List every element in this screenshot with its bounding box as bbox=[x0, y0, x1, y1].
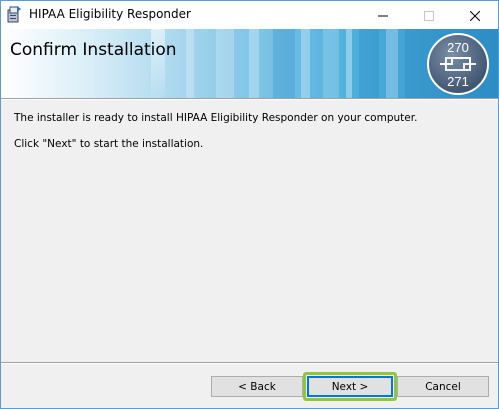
title-bar[interactable]: HIPAA Eligibility Responder bbox=[1, 1, 498, 29]
banner-divider bbox=[1, 98, 498, 100]
ready-message: The installer is ready to install HIPAA … bbox=[14, 112, 418, 124]
installer-window: HIPAA Eligibility Responder Confirm Inst… bbox=[0, 0, 499, 409]
logo-bottom-text: 271 bbox=[447, 74, 469, 89]
minimize-icon bbox=[378, 6, 388, 25]
logo-top-text: 270 bbox=[447, 40, 469, 55]
close-icon bbox=[469, 6, 481, 25]
installer-app-icon bbox=[6, 5, 22, 23]
maximize-icon bbox=[424, 6, 434, 25]
header-banner: Confirm Installation 270 271 bbox=[1, 29, 498, 98]
footer-divider bbox=[1, 362, 498, 364]
product-logo: 270 271 bbox=[426, 32, 490, 96]
page-title: Confirm Installation bbox=[10, 40, 177, 60]
back-button[interactable]: < Back bbox=[211, 376, 303, 397]
instruction-message: Click "Next" to start the installation. bbox=[14, 138, 204, 150]
window-title: HIPAA Eligibility Responder bbox=[29, 7, 191, 21]
maximize-button bbox=[406, 1, 452, 29]
cancel-button[interactable]: Cancel bbox=[397, 376, 489, 397]
next-button[interactable]: Next > bbox=[307, 376, 393, 397]
close-button[interactable] bbox=[452, 1, 498, 29]
minimize-button[interactable] bbox=[360, 1, 406, 29]
